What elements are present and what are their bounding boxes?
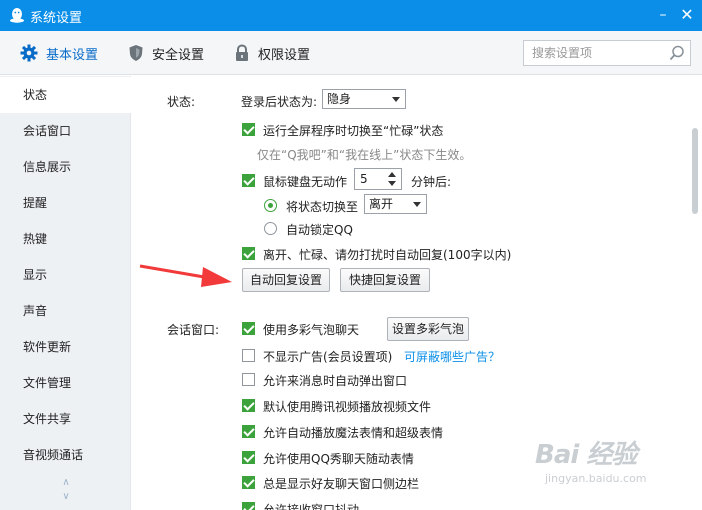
lock-icon xyxy=(236,44,248,61)
tab-basic-settings[interactable]: 基本设置 xyxy=(20,31,98,75)
auto-popup-label: 允许来消息时自动弹出窗口 xyxy=(263,374,408,388)
search-icon[interactable] xyxy=(668,44,686,62)
watermark-main-text: Bai 经验 xyxy=(535,440,637,470)
chat-sidebar-label: 总是显示好友聊天窗口侧边栏 xyxy=(263,477,420,491)
window-shake-checkbox[interactable] xyxy=(242,502,255,510)
stepper-down-icon[interactable] xyxy=(388,181,396,186)
status-section-label: 状态: xyxy=(167,95,196,109)
idle-minutes-stepper[interactable]: 5 xyxy=(354,168,402,190)
sidebar-item-status[interactable]: 状态 xyxy=(0,77,131,113)
tab-security-settings[interactable]: 安全设置 xyxy=(128,31,204,75)
stepper-up-icon[interactable] xyxy=(388,172,396,177)
bubble-chat-checkbox[interactable] xyxy=(242,322,255,335)
switch-status-select[interactable]: 离开 xyxy=(364,194,427,214)
sidebar-item-display[interactable]: 显示 xyxy=(0,257,131,293)
bubble-chat-label: 使用多彩气泡聊天 xyxy=(263,323,360,337)
idle-checkbox[interactable] xyxy=(242,174,255,187)
settings-search-input[interactable] xyxy=(524,41,660,65)
fullscreen-busy-checkbox[interactable] xyxy=(242,123,255,136)
sidebar-item-info-display[interactable]: 信息展示 xyxy=(0,149,131,185)
sidebar-item-software-update[interactable]: 软件更新 xyxy=(0,329,131,365)
quick-reply-settings-button[interactable]: 快捷回复设置 xyxy=(340,268,430,292)
gear-icon xyxy=(20,44,38,62)
auto-reply-checkbox[interactable] xyxy=(242,247,255,260)
auto-reply-label: 离开、忙碌、请勿打扰时自动回复(100字以内) xyxy=(263,248,512,262)
auto-reply-settings-button[interactable]: 自动回复设置 xyxy=(242,268,330,292)
chevron-down-icon xyxy=(392,97,400,102)
tab-basic-settings-label: 基本设置 xyxy=(46,47,99,63)
switch-status-radio[interactable] xyxy=(264,199,277,212)
tencent-video-checkbox[interactable] xyxy=(242,399,255,412)
minimize-button[interactable]: – xyxy=(652,4,674,26)
sidebar-item-file-sharing[interactable]: 文件共享 xyxy=(0,401,131,437)
settings-search-box xyxy=(523,40,691,66)
tab-permission-settings-label: 权限设置 xyxy=(258,47,311,63)
idle-suffix-label: 分钟后: xyxy=(411,175,452,189)
sidebar-item-hotkeys[interactable]: 热键 xyxy=(0,221,131,257)
chat-section-label: 会话窗口: xyxy=(167,323,220,337)
chevron-down-icon xyxy=(413,202,421,207)
settings-tab-bar: 基本设置 安全设置 权限设置 xyxy=(0,31,702,75)
no-ads-checkbox[interactable] xyxy=(242,349,255,362)
sidebar-item-reminders[interactable]: 提醒 xyxy=(0,185,131,221)
window-shake-label: 允许接收窗口抖动 xyxy=(263,503,360,510)
auto-popup-checkbox[interactable] xyxy=(242,373,255,386)
window-title: 系统设置 xyxy=(30,11,83,26)
login-status-select[interactable]: 隐身 xyxy=(322,89,406,109)
chat-sidebar-checkbox[interactable] xyxy=(242,476,255,489)
no-ads-label: 不显示广告(会员设置项) xyxy=(263,350,393,364)
qq-show-label: 允许使用QQ秀聊天随动表情 xyxy=(263,452,414,466)
magic-emoji-checkbox[interactable] xyxy=(242,425,255,438)
auto-lock-radio[interactable] xyxy=(264,222,277,235)
auto-lock-label: 自动锁定QQ xyxy=(286,223,353,237)
sidebar-item-chat-window[interactable]: 会话窗口 xyxy=(0,113,131,149)
magic-emoji-label: 允许自动播放魔法表情和超级表情 xyxy=(263,426,444,440)
qq-penguin-icon xyxy=(10,8,24,23)
watermark-sub-text: jingyan.baidu.com xyxy=(545,472,647,485)
tab-permission-settings[interactable]: 权限设置 xyxy=(234,31,310,75)
fullscreen-busy-label: 运行全屏程序时切换至“忙碌”状态 xyxy=(263,124,444,138)
which-ads-link[interactable]: 可屏蔽哪些广告？ xyxy=(404,348,500,365)
chevron-up-icon[interactable]: ∧ xyxy=(59,478,73,488)
sidebar-item-av-call[interactable]: 音视频通话 xyxy=(0,437,131,473)
settings-sidebar: 状态 会话窗口 信息展示 提醒 热键 显示 声音 软件更新 文件管理 文件共享 … xyxy=(0,76,131,510)
chevron-down-icon[interactable]: ∨ xyxy=(59,492,73,502)
idle-minutes-value: 5 xyxy=(360,172,368,186)
tab-security-settings-label: 安全设置 xyxy=(152,47,205,63)
idle-label: 鼠标键盘无动作 xyxy=(263,175,348,189)
switch-status-value: 离开 xyxy=(369,197,394,211)
tencent-video-label: 默认使用腾讯视频播放视频文件 xyxy=(263,400,432,414)
baidu-watermark: Bai 经验 jingyan.baidu.com xyxy=(535,434,695,494)
sidebar-item-sound[interactable]: 声音 xyxy=(0,293,131,329)
switch-status-label: 将状态切换至 xyxy=(286,200,359,214)
shield-icon xyxy=(129,45,143,61)
fullscreen-busy-hint: 仅在“Q我吧”和“我在线上”状态下生效。 xyxy=(257,148,472,162)
set-bubble-button[interactable]: 设置多彩气泡 xyxy=(387,317,469,341)
sidebar-scroll-arrows[interactable]: ∧ ∨ xyxy=(59,478,73,502)
close-button[interactable]: ✕ xyxy=(676,4,698,26)
sidebar-item-file-management[interactable]: 文件管理 xyxy=(0,365,131,401)
title-bar: 系统设置 – ✕ xyxy=(0,0,702,31)
qq-show-checkbox[interactable] xyxy=(242,451,255,464)
login-status-label: 登录后状态为: xyxy=(241,95,318,109)
content-scrollbar[interactable] xyxy=(692,128,698,214)
login-status-value: 隐身 xyxy=(327,92,352,106)
